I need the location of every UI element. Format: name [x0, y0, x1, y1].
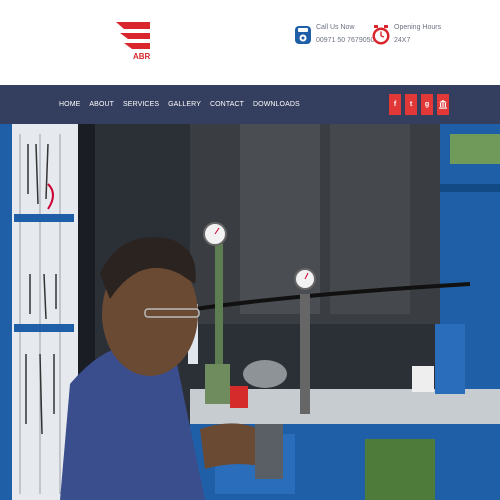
hours-label: Opening Hours — [394, 24, 442, 31]
social-links: f t g — [389, 94, 449, 115]
workshop-photo — [0, 124, 500, 500]
nav-downloads[interactable]: DOWNLOADS — [253, 101, 300, 108]
nav-home[interactable]: HOME — [59, 101, 80, 108]
phone-icon — [295, 26, 311, 44]
bank-icon[interactable] — [437, 94, 449, 115]
opening-hours-block: Opening Hours 24X7 — [372, 24, 441, 46]
facebook-icon[interactable]: f — [389, 94, 401, 115]
nav-gallery[interactable]: GALLERY — [168, 101, 201, 108]
header: ABR Call Us Now 00971 50 7679050 Opening… — [0, 0, 500, 85]
brand-name: ABR — [133, 52, 151, 61]
call-us-block: Call Us Now 00971 50 7679050 — [294, 24, 374, 46]
nav-services[interactable]: SERVICES — [123, 101, 159, 108]
nav-menu: HOME ABOUT SERVICES GALLERY CONTACT DOWN… — [59, 85, 300, 124]
hours-value: 24X7 — [394, 36, 411, 44]
clock-icon — [372, 25, 390, 45]
call-label: Call Us Now — [316, 24, 355, 31]
twitter-icon[interactable]: t — [405, 94, 417, 115]
hero-image — [0, 124, 500, 500]
google-plus-icon[interactable]: g — [421, 94, 433, 115]
phone-number[interactable]: 00971 50 7679050 — [316, 37, 374, 45]
nav-contact[interactable]: CONTACT — [210, 101, 244, 108]
nav-about[interactable]: ABOUT — [89, 101, 114, 108]
